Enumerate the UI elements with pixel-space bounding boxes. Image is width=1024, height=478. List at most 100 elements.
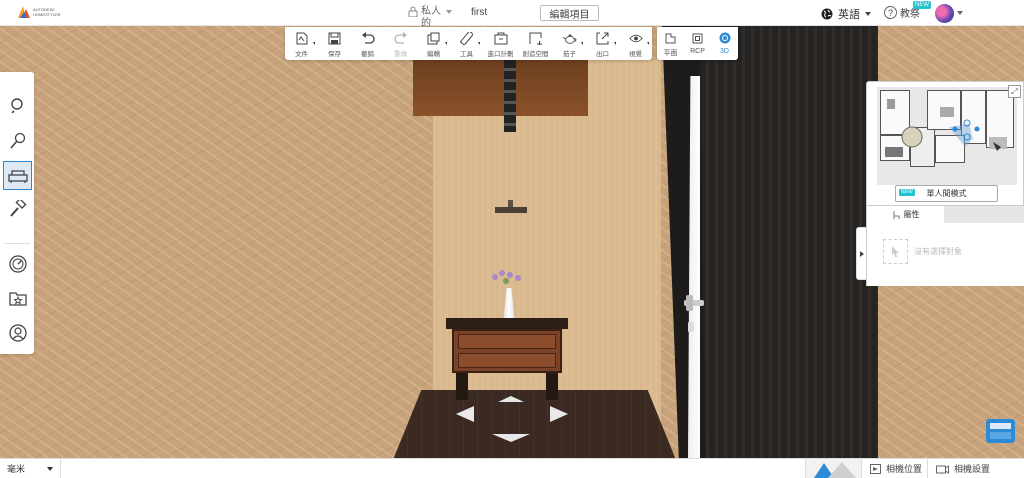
language-label: 英語 [838,9,860,21]
floorplan-icon [664,31,678,45]
paint-brush-icon [9,132,25,149]
ceiling-beam [413,60,588,116]
avatar[interactable] [935,4,954,23]
edit-icon [427,31,441,45]
save-icon [328,31,342,45]
chevron-right-icon [859,250,864,257]
teapot-icon [562,31,577,45]
unit-value: 毫米 [7,464,26,474]
tab-rcp-view[interactable]: RCP [684,27,711,60]
pendant-lamp[interactable] [504,60,516,132]
sidebar-item-furniture[interactable] [3,161,32,190]
bottom-bar: 毫米 相機位置 相機設置 [0,458,1024,478]
camera-nav-arrows[interactable] [452,394,572,444]
logo-text: AUTODESK HOMESTYLER [33,7,61,17]
favorites-folder-icon [8,291,27,306]
sidebar-item-paint[interactable] [3,126,32,155]
export-icon [596,31,610,45]
chevron-down-icon [47,467,53,471]
homestyler-logo[interactable]: AUTODESK HOMESTYLER [18,6,73,18]
cabinet-top [446,318,568,329]
tool-export[interactable]: 出口 [586,27,619,60]
single-room-label: 單人間模式 [926,189,967,198]
cabinet-body [452,329,562,373]
tool-tools[interactable]: 工具 [450,27,483,60]
language-selector[interactable]: 英語 [821,6,871,22]
import-plan-icon [494,31,508,45]
tab-3d-view[interactable]: 3D [711,27,738,60]
sidebar-item-search[interactable] [3,90,32,119]
tool-edit[interactable]: 編輯 [417,27,450,60]
sidebar-item-user[interactable] [3,318,32,347]
properties-panel: 屬性 沒有選擇對象 [866,206,1024,286]
chevron-down-icon[interactable] [957,11,963,15]
new-badge: NEW [899,189,915,196]
logo-icon [18,6,30,18]
camera-settings-button[interactable]: 相機設置 [927,459,998,478]
sidebar-item-roller[interactable] [3,194,32,223]
arrow-right-icon [550,406,568,422]
door-lock [688,322,694,332]
create-space-icon [529,31,543,45]
tool-file[interactable]: 文件 [285,27,318,60]
tool-save[interactable]: 保存 [318,27,351,60]
tool-undo[interactable]: 撤銷 [351,27,384,60]
ruler-icon [460,31,474,45]
tool-import-plan[interactable]: 進口計劃 [483,27,518,60]
minimap-panel[interactable]: ⤢ NEW 單人間模式 [866,81,1024,206]
mountains-icon [814,462,856,478]
expand-minimap-button[interactable]: ⤢ [1008,85,1021,98]
view-toolbar: 平面 RCP 3D [657,27,738,60]
dashboard-icon [8,254,27,273]
rcp-icon [691,31,705,45]
undo-icon [361,31,375,45]
arrow-up-icon [498,396,524,402]
wall-shelf[interactable] [495,200,527,213]
design-name[interactable]: first [471,7,487,18]
chair-icon [893,210,899,219]
edit-project-button[interactable]: 編輯項目 [540,5,599,21]
tool-eggplant[interactable]: 茄子 [553,27,586,60]
properties-tabs: 屬性 [867,206,1024,223]
camera-position-icon [870,463,881,474]
top-bar: AUTODESK HOMESTYLER 私人的 first 編輯項目 英語 ? … [0,0,1024,29]
roller-icon [9,199,27,217]
single-room-mode-button[interactable]: NEW 單人間模式 [895,185,998,202]
privacy-selector[interactable]: 私人的 [408,6,452,30]
no-selection-placeholder: 沒有選擇對象 [883,239,962,264]
tool-create-space[interactable]: 創造空間 [518,27,553,60]
camera-position-button[interactable]: 相機位置 [861,459,927,478]
collapse-panel-button[interactable] [856,227,866,280]
cursor-icon [883,239,908,264]
globe-icon [821,8,833,20]
eye-icon [628,31,643,45]
new-badge: NEW [913,1,931,9]
unit-select[interactable]: 毫米 [0,459,61,478]
feedback-icon [986,419,1015,443]
door[interactable] [700,26,878,458]
feedback-button[interactable] [985,416,1016,446]
door-handle [684,295,704,311]
tab-plan-view[interactable]: 平面 [657,27,684,60]
main-toolbar: 文件 保存 撤銷 重做 編輯 工具 進口計劃 創造空間 茄子 出口 視覺 [285,27,652,60]
sidebar-item-favorites[interactable] [3,283,32,312]
tool-redo[interactable]: 重做 [384,27,417,60]
lock-icon [408,6,418,17]
view-mode-toggle[interactable] [805,459,861,478]
chevron-down-icon [446,10,452,14]
sofa-icon [7,169,28,183]
camera-settings-icon [936,464,949,474]
user-icon [8,323,27,342]
minimap-floorplan[interactable] [877,87,1017,185]
tool-visual[interactable]: 視覺 [619,27,652,60]
no-selection-text: 沒有選擇對象 [914,247,962,256]
arrow-left-icon [456,406,474,422]
search-icon [10,97,23,113]
3d-icon [718,31,732,45]
help-icon: ? [884,6,897,19]
sidebar-item-dashboard[interactable] [3,249,32,278]
cabinet[interactable] [446,318,568,400]
tab-properties[interactable]: 屬性 [867,206,944,223]
chevron-down-icon [865,11,871,16]
left-sidebar [0,72,34,354]
